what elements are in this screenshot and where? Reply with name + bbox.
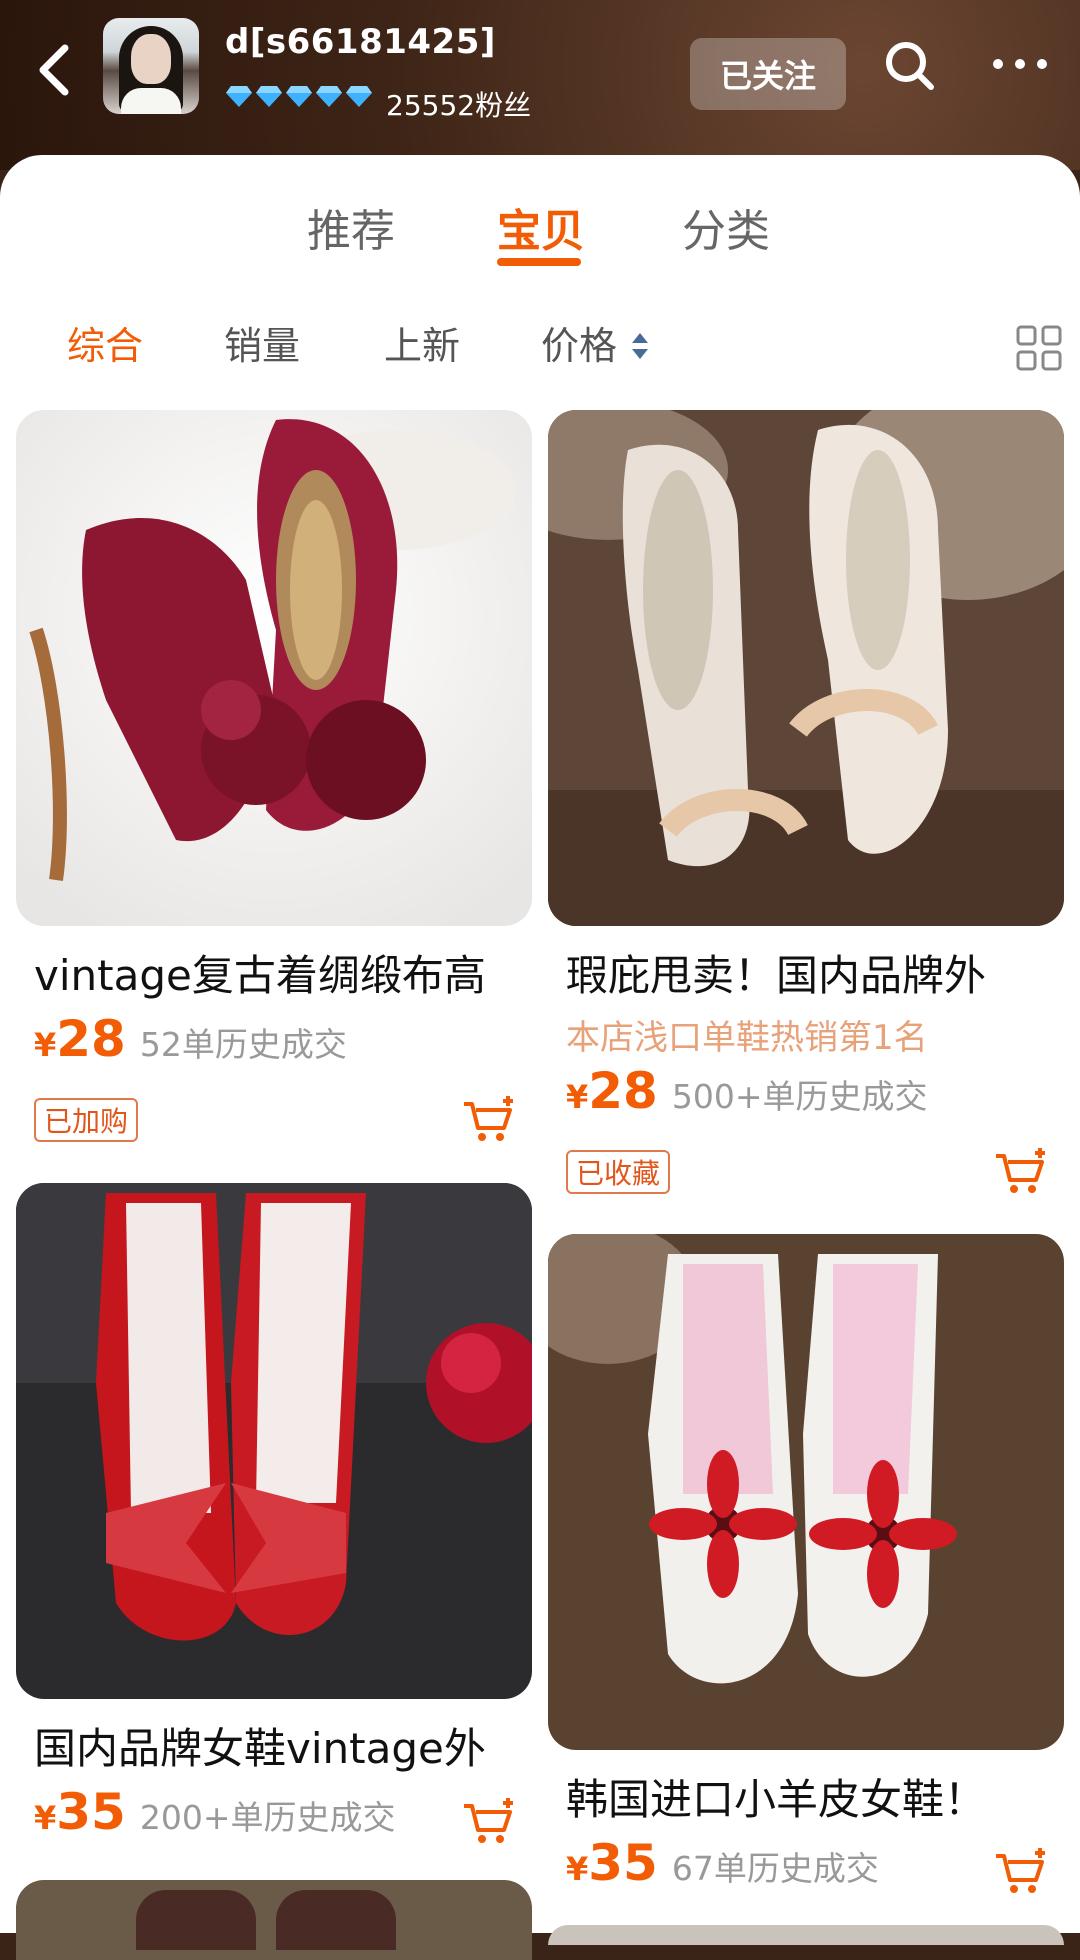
product-card[interactable]: vintage复古着绸缎布高 ¥ 28 52单历史成交 已加购 <box>16 410 532 1150</box>
more-menu-icon[interactable] <box>990 54 1050 74</box>
currency-symbol: ¥ <box>566 1078 589 1116</box>
sort-toggle-icon[interactable] <box>630 331 650 361</box>
product-image-partial[interactable] <box>548 1925 1064 1945</box>
add-to-cart-icon[interactable] <box>994 1846 1048 1896</box>
product-image-red-bow-pumps[interactable] <box>16 1183 532 1699</box>
follow-button[interactable]: 已关注 <box>690 38 846 110</box>
price-row: ¥ 28 500+单历史成交 <box>566 1062 928 1120</box>
price-row: ¥ 35 67单历史成交 <box>566 1834 879 1892</box>
product-image-white-flower-sandals[interactable] <box>548 1234 1064 1750</box>
product-image-red-satin-heels[interactable] <box>16 410 532 926</box>
shop-name[interactable]: d[s66181425] <box>225 22 496 62</box>
product-price: 35 <box>56 1783 126 1841</box>
added-to-cart-badge: 已加购 <box>34 1098 139 1142</box>
currency-symbol: ¥ <box>34 1799 57 1837</box>
product-card[interactable]: 瑕庇甩卖！国内品牌外 本店浅口单鞋热销第1名 ¥ 28 500+单历史成交 已收… <box>548 410 1064 1200</box>
sales-count: 67单历史成交 <box>671 1849 879 1888</box>
add-to-cart-icon[interactable] <box>994 1146 1048 1196</box>
sort-new[interactable]: 上新 <box>384 315 460 370</box>
product-image-cream-pumps[interactable] <box>548 410 1064 926</box>
shop-header: d[s66181425] 25552粉丝 已关注 <box>0 0 1080 170</box>
add-to-cart-icon[interactable] <box>462 1796 516 1846</box>
bestseller-rank[interactable]: 本店浅口单鞋热销第1名 <box>566 1010 928 1059</box>
shop-avatar[interactable] <box>103 18 199 114</box>
currency-symbol: ¥ <box>566 1850 589 1888</box>
favorited-badge: 已收藏 <box>566 1150 671 1194</box>
diamond-icon <box>316 86 342 107</box>
search-icon[interactable] <box>884 40 936 92</box>
product-title[interactable]: vintage复古着绸缎布高 <box>34 942 524 1003</box>
diamond-icon <box>346 86 372 107</box>
diamond-icon <box>286 86 312 107</box>
add-to-cart-icon[interactable] <box>462 1094 516 1144</box>
tab-category[interactable]: 分类 <box>682 195 770 259</box>
product-title[interactable]: 韩国进口小羊皮女鞋！ <box>566 1766 1056 1827</box>
product-price: 28 <box>56 1010 126 1068</box>
sort-price[interactable]: 价格 <box>541 315 617 370</box>
sort-bar: 综合 销量 上新 价格 <box>0 315 1080 385</box>
sales-count: 500+单历史成交 <box>671 1077 928 1116</box>
product-price: 35 <box>588 1834 658 1892</box>
fans-count: 25552粉丝 <box>386 89 532 122</box>
product-title[interactable]: 瑕庇甩卖！国内品牌外 <box>566 942 1056 1003</box>
tab-recommend[interactable]: 推荐 <box>307 195 395 259</box>
product-image-partial[interactable] <box>16 1880 532 1960</box>
product-price: 28 <box>588 1062 658 1120</box>
sort-default[interactable]: 综合 <box>67 315 143 370</box>
product-card[interactable]: 韩国进口小羊皮女鞋！ ¥ 35 67单历史成交 <box>548 1234 1064 1894</box>
shop-level-diamonds <box>225 84 373 108</box>
tab-items[interactable]: 宝贝 <box>497 195 585 259</box>
layout-toggle-icon[interactable] <box>1016 325 1062 371</box>
diamond-icon <box>226 86 252 107</box>
sales-count: 200+单历史成交 <box>139 1798 396 1837</box>
sales-count: 52单历史成交 <box>139 1025 347 1064</box>
back-arrow-icon[interactable] <box>35 40 75 100</box>
diamond-icon <box>256 86 282 107</box>
price-row: ¥ 35 200+单历史成交 <box>34 1783 396 1841</box>
product-card[interactable]: 国内品牌女鞋vintage外 ¥ 35 200+单历史成交 <box>16 1183 532 1863</box>
price-row: ¥ 28 52单历史成交 <box>34 1010 347 1068</box>
active-tab-indicator <box>497 258 581 266</box>
product-title[interactable]: 国内品牌女鞋vintage外 <box>34 1715 524 1776</box>
sort-sales[interactable]: 销量 <box>224 315 300 370</box>
currency-symbol: ¥ <box>34 1026 57 1064</box>
